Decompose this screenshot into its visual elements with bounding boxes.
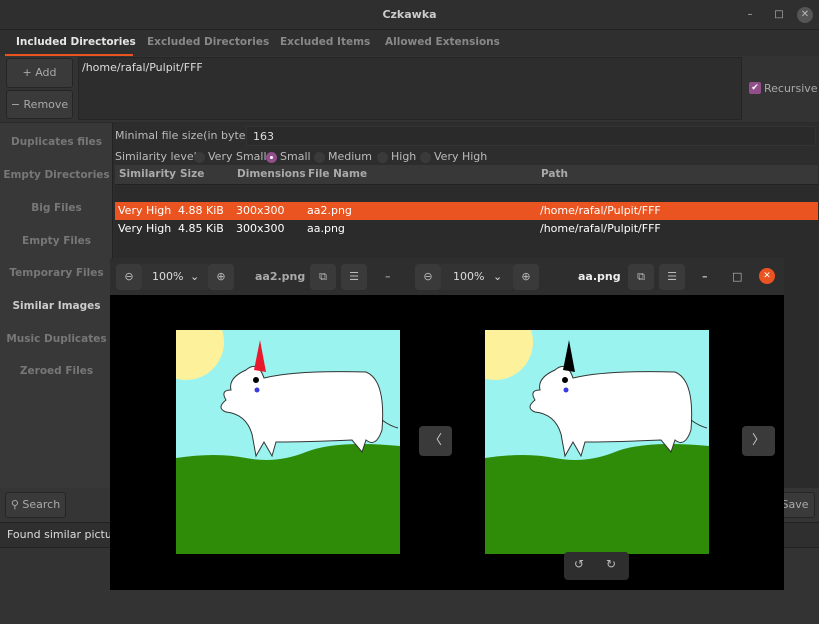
cell-path: /home/rafal/Pulpit/FFF	[540, 204, 661, 217]
tab-excluded-items[interactable]: Excluded Items	[280, 36, 370, 48]
unicorn-picture	[485, 330, 709, 554]
viewer-toolbar: ⊖ 100% ⌄ ⊕ aa2.png ⧉ ☰ –	[110, 258, 410, 295]
zoom-level-dropdown[interactable]: 100% ⌄	[142, 264, 208, 290]
radio-label-very-small[interactable]: Very Small	[208, 150, 267, 163]
viewer-filename: aa2.png	[255, 270, 306, 283]
fit-window-icon[interactable]: ⧉	[628, 264, 654, 290]
radio-label-medium[interactable]: Medium	[328, 150, 372, 163]
radio-very-high[interactable]	[420, 152, 431, 163]
min-size-label: Minimal file size(in bytes)	[115, 129, 256, 142]
directory-path[interactable]: /home/rafal/Pulpit/FFF	[82, 61, 203, 74]
tab-included-directories[interactable]: Included Directories	[16, 36, 136, 48]
column-similarity[interactable]: Similarity	[119, 168, 176, 180]
remove-button[interactable]: − Remove	[6, 90, 73, 119]
sidebar-item-empty-directories[interactable]: Empty Directories	[0, 169, 113, 181]
title-bar: Czkawka – □ ✕	[0, 0, 819, 30]
zoom-level: 100%	[453, 270, 485, 283]
cell-dimensions: 300x300	[236, 204, 285, 217]
similarity-level-label: Similarity level	[115, 150, 197, 163]
previous-image-button[interactable]: 〈	[419, 426, 452, 456]
min-size-value[interactable]: 163	[253, 130, 274, 143]
cell-file-name: aa2.png	[307, 204, 352, 217]
radio-label-small[interactable]: Small	[280, 150, 311, 163]
radio-very-small[interactable]	[194, 152, 205, 163]
fit-window-icon[interactable]: ⧉	[310, 264, 336, 290]
cell-dimensions: 300x300	[236, 222, 285, 235]
cell-size: 4.88 KiB	[178, 204, 224, 217]
rotate-right-icon[interactable]: ↻	[606, 557, 616, 571]
image-viewer-right: ⊖ 100% ⌄ ⊕ aa.png ⧉ ☰ – □ ✕ ↺ ↻	[410, 258, 784, 590]
zoom-in-icon[interactable]: ⊕	[513, 264, 539, 290]
close-button[interactable]: ✕	[797, 7, 813, 23]
rotate-left-icon[interactable]: ↺	[574, 557, 584, 571]
viewer-filename: aa.png	[578, 270, 621, 283]
table-row[interactable]: Very High 4.85 KiB 300x300 aa.png /home/…	[115, 220, 818, 238]
cell-size: 4.85 KiB	[178, 222, 224, 235]
search-icon: ⚲	[10, 498, 23, 511]
sidebar-item-duplicates[interactable]: Duplicates files	[0, 136, 113, 148]
sidebar-item-music-duplicates[interactable]: Music Duplicates	[0, 333, 113, 345]
cell-file-name: aa.png	[307, 222, 345, 235]
zoom-level: 100%	[152, 270, 184, 283]
chevron-down-icon: ⌄	[493, 270, 503, 283]
column-file-name[interactable]: File Name	[308, 168, 367, 180]
zoom-out-icon[interactable]: ⊖	[415, 264, 441, 290]
window-title: Czkawka	[382, 8, 437, 21]
tab-excluded-directories[interactable]: Excluded Directories	[147, 36, 269, 48]
cell-similarity: Very High	[118, 222, 172, 235]
radio-medium[interactable]	[314, 152, 325, 163]
column-size[interactable]: Size	[180, 168, 204, 180]
zoom-out-icon[interactable]: ⊖	[116, 264, 142, 290]
radio-high[interactable]	[377, 152, 388, 163]
image-viewer-left: ⊖ 100% ⌄ ⊕ aa2.png ⧉ ☰ –	[110, 258, 410, 590]
search-button[interactable]: ⚲ Search	[5, 492, 66, 518]
unicorn-picture	[176, 330, 400, 554]
radio-small[interactable]	[266, 152, 277, 163]
next-image-button[interactable]: 〉	[742, 426, 775, 456]
minimize-button[interactable]: –	[742, 7, 758, 23]
recursive-checkbox[interactable]: ✔	[749, 82, 761, 94]
viewer-close-button[interactable]: ✕	[759, 268, 775, 284]
add-button[interactable]: + Add	[6, 58, 73, 88]
sidebar-item-big-files[interactable]: Big Files	[0, 202, 113, 214]
menu-icon[interactable]: ☰	[659, 264, 685, 290]
viewer-minimize-button[interactable]: –	[702, 270, 708, 283]
sidebar-item-similar-images[interactable]: Similar Images	[0, 300, 113, 312]
column-path[interactable]: Path	[541, 168, 568, 180]
sidebar-item-zeroed-files[interactable]: Zeroed Files	[0, 365, 113, 377]
tab-allowed-extensions[interactable]: Allowed Extensions	[385, 36, 500, 48]
cell-similarity: Very High	[118, 204, 172, 217]
image-preview	[485, 330, 709, 554]
column-dimensions[interactable]: Dimensions	[237, 168, 306, 180]
results-table-header: Similarity Size Dimensions File Name Pat…	[115, 165, 818, 185]
viewer-toolbar: ⊖ 100% ⌄ ⊕ aa.png ⧉ ☰ – □ ✕	[410, 258, 784, 295]
table-row[interactable]: Very High 4.88 KiB 300x300 aa2.png /home…	[115, 202, 818, 220]
zoom-level-dropdown[interactable]: 100% ⌄	[441, 264, 513, 290]
menu-icon[interactable]: ☰	[341, 264, 367, 290]
viewer-maximize-button[interactable]: □	[732, 270, 742, 283]
image-preview	[176, 330, 400, 554]
cell-path: /home/rafal/Pulpit/FFF	[540, 222, 661, 235]
radio-label-high[interactable]: High	[391, 150, 416, 163]
sidebar-item-temporary-files[interactable]: Temporary Files	[0, 267, 113, 279]
zoom-in-icon[interactable]: ⊕	[208, 264, 234, 290]
sidebar-item-empty-files[interactable]: Empty Files	[0, 235, 113, 247]
search-label: Search	[22, 498, 61, 511]
chevron-down-icon: ⌄	[190, 270, 200, 283]
recursive-label: Recursive	[764, 82, 818, 95]
mode-sidebar: Duplicates files Empty Directories Big F…	[0, 123, 113, 488]
rotate-controls: ↺ ↻	[564, 552, 629, 580]
min-size-input[interactable]: 163	[246, 126, 816, 146]
directory-list[interactable]: /home/rafal/Pulpit/FFF	[78, 57, 742, 120]
tab-bar: Included Directories Excluded Directorie…	[0, 30, 819, 57]
viewer-minimize-button[interactable]: –	[385, 270, 391, 283]
radio-label-very-high[interactable]: Very High	[434, 150, 487, 163]
maximize-button[interactable]: □	[771, 7, 787, 23]
